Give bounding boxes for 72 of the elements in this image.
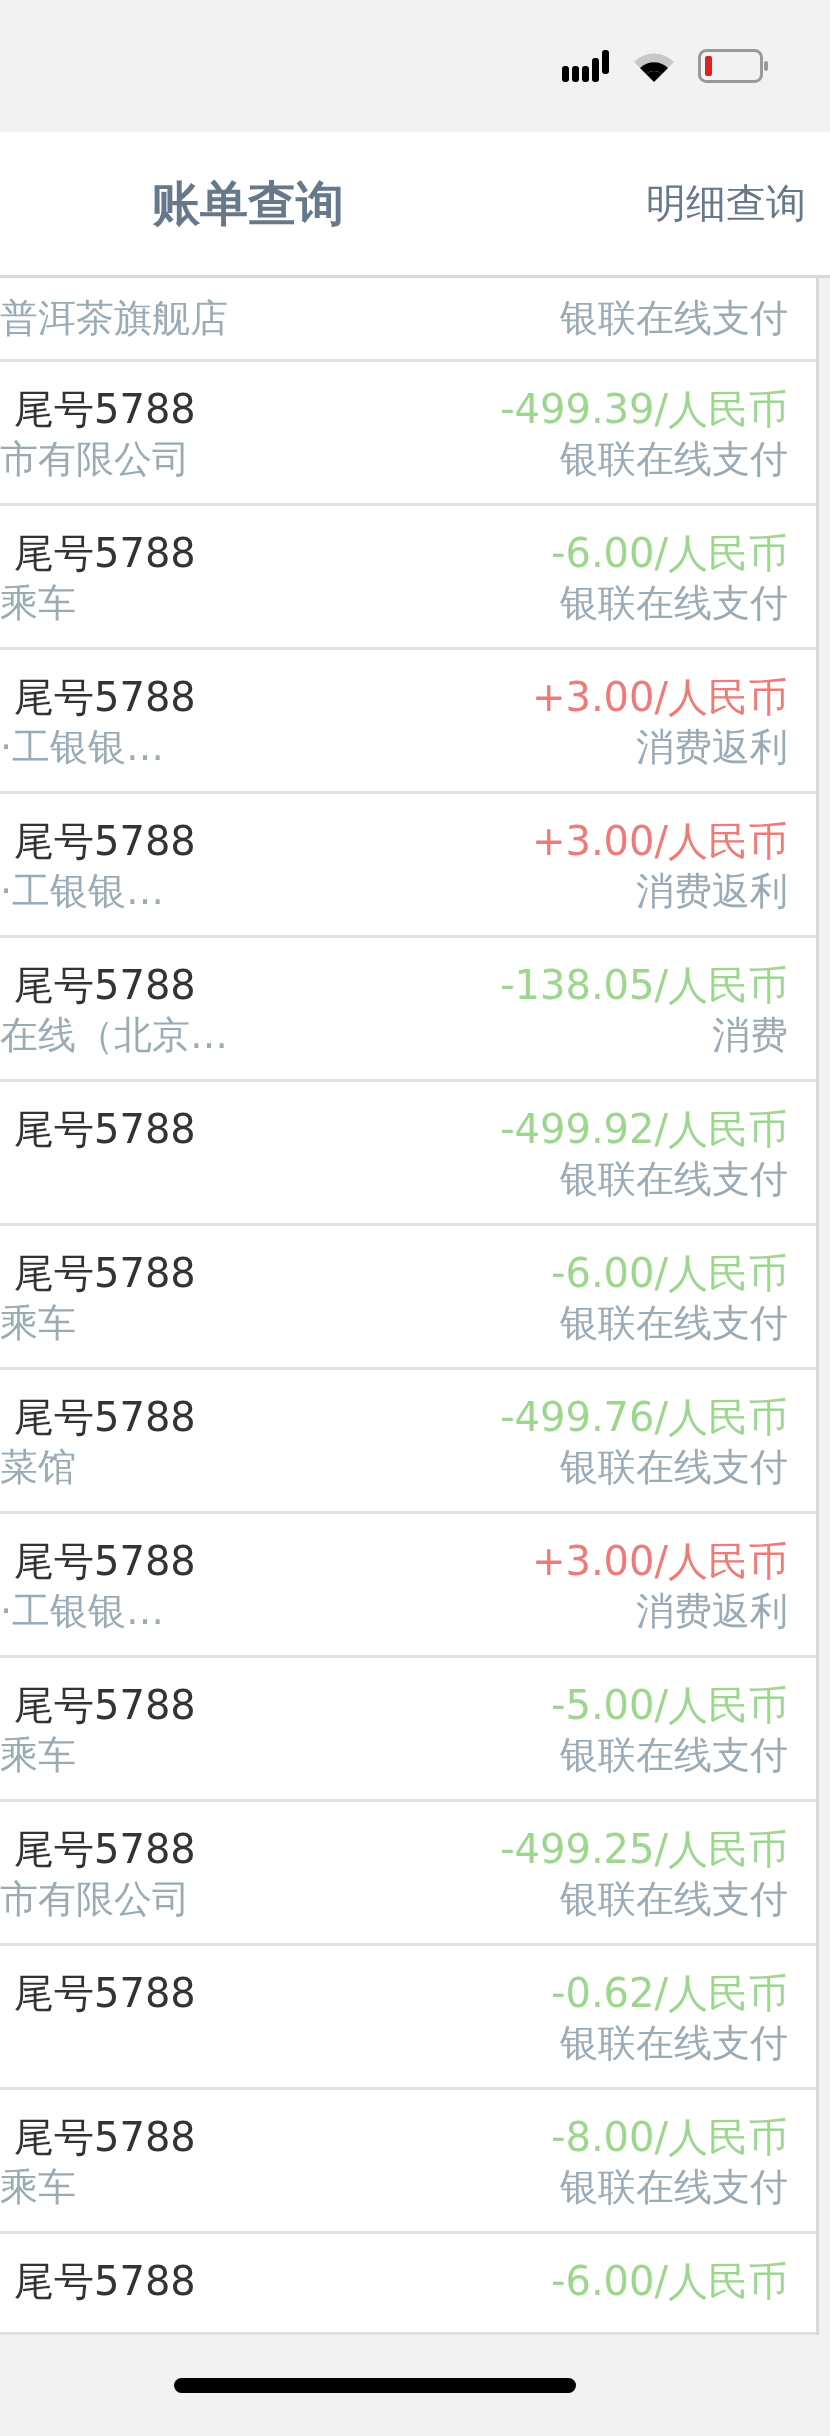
amount: +3.00/人民币 [531,672,788,722]
card-number: 尾号5788 [13,2256,196,2306]
card-number: 尾号5788 [13,384,196,434]
merchant-name: ·工银银… [0,1587,165,1635]
card-number: 尾号5788 [13,2112,196,2162]
payment-type: 银联在线支付 [560,579,788,627]
bill-row[interactable]: 尾号5788 -0.62/人民币 银联在线支付 [0,1946,816,2090]
bill-row[interactable]: 尾号5788 -499.92/人民币 银联在线支付 [0,1082,816,1226]
payment-type: 消费返利 [636,1587,788,1635]
payment-type: 消费 [712,1011,788,1059]
card-number: 尾号5788 [13,816,196,866]
amount: -499.39/人民币 [500,384,788,434]
amount: -499.25/人民币 [500,1824,788,1874]
amount: -6.00/人民币 [551,2256,788,2306]
amount: -6.00/人民币 [551,528,788,578]
bill-row[interactable]: 尾号5788 -138.05/人民币 在线（北京… 消费 [0,938,816,1082]
signal-icon [562,50,610,82]
payment-type: 消费返利 [636,723,788,771]
bill-row[interactable]: 尾号5788 -499.25/人民币 市有限公司 银联在线支付 [0,1802,816,1946]
bill-row[interactable]: 尾号5788 -6.00/人民币 乘车 银联在线支付 [0,506,816,650]
card-number: 尾号5788 [13,528,196,578]
battery-icon [698,49,770,83]
merchant-name: ·工银银… [0,723,165,771]
payment-type: 消费返利 [636,867,788,915]
amount: +3.00/人民币 [531,1536,788,1586]
bill-row[interactable]: 尾号5788 +3.00/人民币 ·工银银… 消费返利 [0,650,816,794]
card-number: 尾号5788 [13,960,196,1010]
card-number: 尾号5788 [13,1104,196,1154]
merchant-name: 乘车 [0,579,76,627]
page-title: 账单查询 [152,173,344,233]
card-number: 尾号5788 [13,1248,196,1298]
payment-type: 银联在线支付 [560,1155,788,1203]
bill-row[interactable]: 尾号5788 -8.00/人民币 乘车 银联在线支付 [0,2090,816,2234]
bill-row[interactable]: 尾号5788 -5.00/人民币 乘车 银联在线支付 [0,1658,816,1802]
bill-row[interactable]: 尾号5788 -6.00/人民币 [0,2234,816,2335]
card-number: 尾号5788 [13,1824,196,1874]
amount: -138.05/人民币 [500,960,788,1010]
bill-row[interactable]: 尾号5788 +3.00/人民币 ·工银银… 消费返利 [0,794,816,938]
payment-type: 银联在线支付 [560,1875,788,1923]
merchant-name: 在线（北京… [0,1011,228,1059]
merchant-name: ·工银银… [0,867,165,915]
bill-row[interactable]: 尾号5788 -6.00/人民币 乘车 银联在线支付 [0,1226,816,1370]
payment-type: 银联在线支付 [560,2163,788,2211]
payment-type: 银联在线支付 [560,435,788,483]
amount: -499.76/人民币 [500,1392,788,1442]
merchant-name: 乘车 [0,1299,76,1347]
payment-type: 银联在线支付 [560,294,788,342]
payment-type: 银联在线支付 [560,2019,788,2067]
amount: +3.00/人民币 [531,816,788,866]
merchant-name: 市有限公司 [0,435,190,483]
card-number: 尾号5788 [13,672,196,722]
merchant-name: 乘车 [0,1731,76,1779]
payment-type: 银联在线支付 [560,1731,788,1779]
amount: -8.00/人民币 [551,2112,788,2162]
card-number: 尾号5788 [13,1392,196,1442]
bill-row[interactable]: 尾号5788 -499.39/人民币 市有限公司 银联在线支付 [0,362,816,506]
amount: -6.00/人民币 [551,1248,788,1298]
card-number: 尾号5788 [13,1536,196,1586]
amount: -5.00/人民币 [551,1680,788,1730]
bill-row[interactable]: 尾号5788 +3.00/人民币 ·工银银… 消费返利 [0,1514,816,1658]
payment-type: 银联在线支付 [560,1443,788,1491]
merchant-name: 乘车 [0,2163,76,2211]
merchant-name: 市有限公司 [0,1875,190,1923]
card-number: 尾号5788 [13,1680,196,1730]
payment-type: 银联在线支付 [560,1299,788,1347]
amount: -499.92/人民币 [500,1104,788,1154]
detail-query-link[interactable]: 明细查询 [646,176,806,231]
merchant-name: 菜馆 [0,1443,76,1491]
bill-row[interactable]: 尾号5788 -499.76/人民币 菜馆 银联在线支付 [0,1370,816,1514]
amount: -0.62/人民币 [551,1968,788,2018]
card-number: 尾号5788 [13,1968,196,2018]
merchant-name: 普洱茶旗舰店 [0,294,228,342]
